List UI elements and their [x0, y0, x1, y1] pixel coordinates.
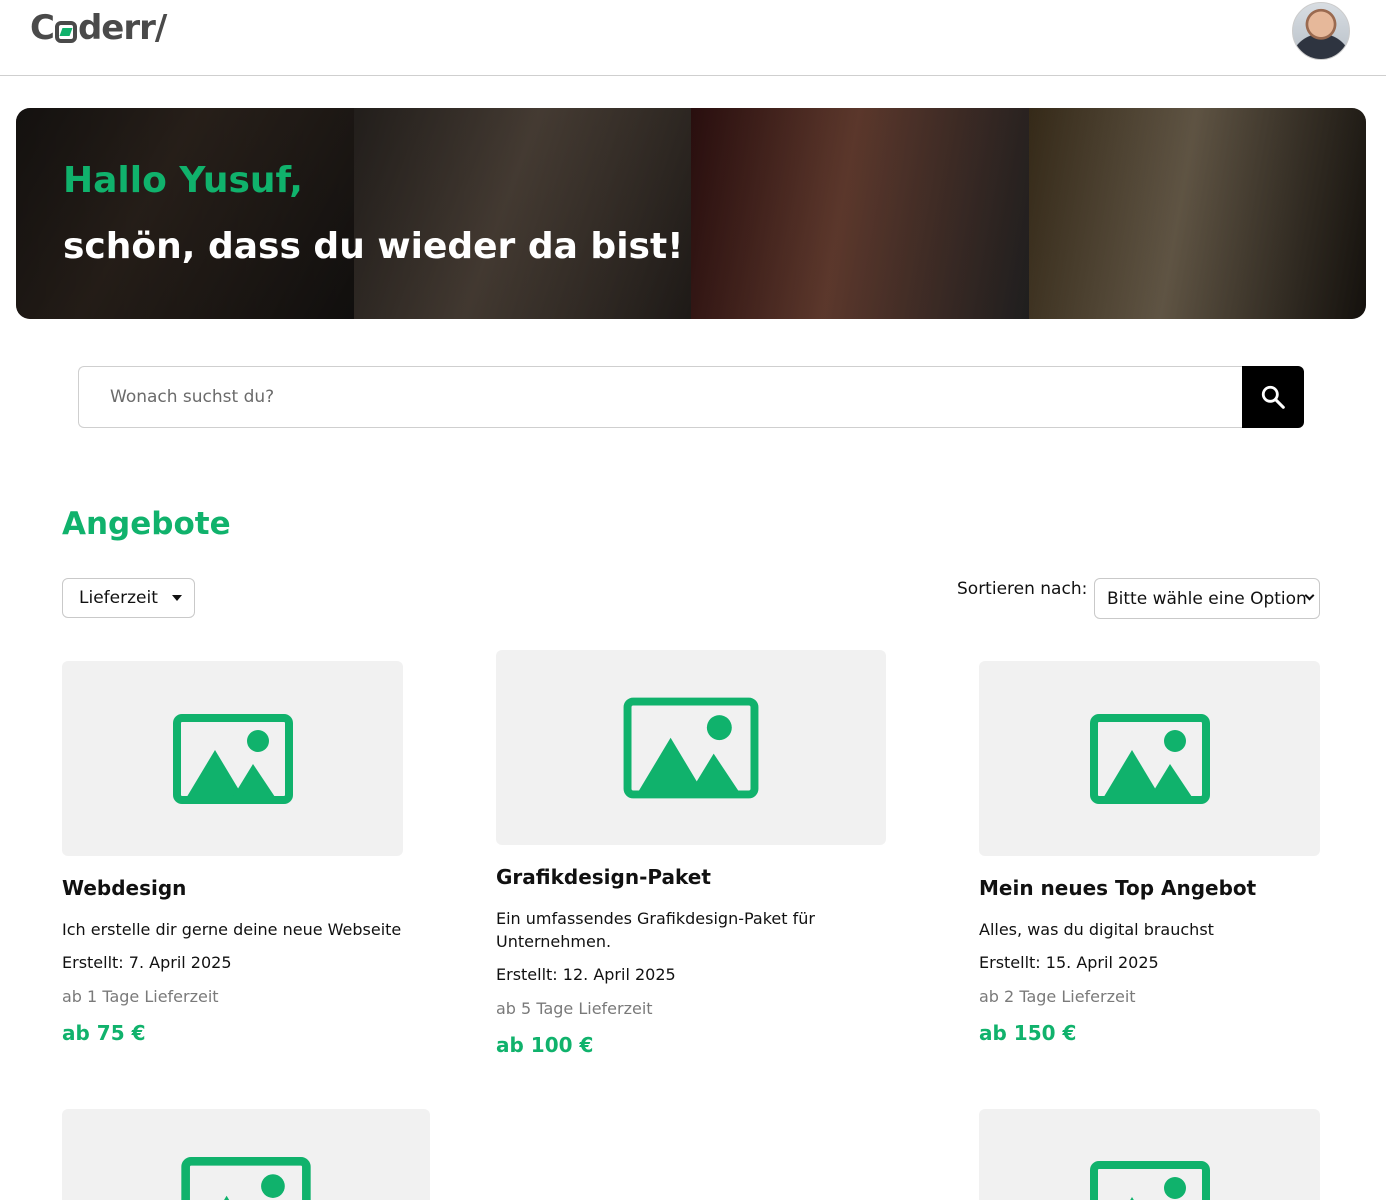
caret-down-icon — [171, 595, 182, 601]
offer-price: ab 75 € — [62, 1021, 146, 1045]
greeting-heading: Hallo Yusuf, — [63, 160, 303, 201]
offer-card[interactable] — [62, 1109, 430, 1200]
image-placeholder-icon — [1089, 713, 1210, 804]
offer-created-date: Erstellt: 15. April 2025 — [979, 953, 1159, 972]
offer-delivery-time: ab 1 Tage Lieferzeit — [62, 987, 219, 1006]
search-icon — [1261, 385, 1285, 409]
logo-mark-icon — [54, 21, 77, 43]
offer-image-placeholder — [979, 1109, 1320, 1200]
offer-delivery-time: ab 5 Tage Lieferzeit — [496, 999, 653, 1018]
offer-title: Grafikdesign-Paket — [496, 865, 711, 889]
offer-card[interactable]: Webdesign Ich erstelle dir gerne deine n… — [62, 661, 403, 1045]
coderr-logo[interactable]: C derr/ — [30, 8, 167, 48]
sort-selected-value: Bitte wähle eine Option — [1107, 588, 1307, 609]
offer-title: Webdesign — [62, 876, 187, 900]
banner-overlay — [16, 108, 1366, 319]
offer-description: Alles, was du digital brauchst — [979, 920, 1214, 939]
offer-image-placeholder — [496, 650, 886, 845]
welcome-heading: schön, dass du wieder da bist! — [63, 226, 684, 267]
image-placeholder-icon — [1089, 1161, 1210, 1200]
top-header: C derr/ — [0, 0, 1386, 76]
delivery-filter-dropdown[interactable]: Lieferzeit — [62, 578, 195, 618]
offer-title: Mein neues Top Angebot — [979, 876, 1257, 900]
image-placeholder-icon — [181, 1157, 311, 1200]
search-button[interactable] — [1242, 366, 1304, 428]
delivery-filter-label: Lieferzeit — [79, 588, 158, 608]
offer-card[interactable]: Grafikdesign-Paket Ein umfassendes Grafi… — [496, 650, 886, 1057]
logo-suffix: derr/ — [77, 8, 167, 48]
offer-created-date: Erstellt: 12. April 2025 — [496, 965, 676, 984]
sort-select[interactable]: Bitte wähle eine Option — [1094, 578, 1320, 619]
offer-price: ab 100 € — [496, 1033, 594, 1057]
offer-image-placeholder — [62, 661, 403, 856]
user-avatar[interactable] — [1292, 2, 1350, 60]
offer-image-placeholder — [62, 1109, 430, 1200]
search-input[interactable] — [78, 366, 1244, 428]
logo-prefix: C — [30, 8, 55, 48]
offer-image-placeholder — [979, 661, 1320, 856]
welcome-banner: Hallo Yusuf, schön, dass du wieder da bi… — [16, 108, 1366, 319]
offer-delivery-time: ab 2 Tage Lieferzeit — [979, 987, 1136, 1006]
offer-description: Ein umfassendes Grafikdesign-Paket für U… — [496, 909, 815, 951]
image-placeholder-icon — [172, 713, 293, 804]
sort-label: Sortieren nach: — [957, 579, 1088, 599]
offer-created-date: Erstellt: 7. April 2025 — [62, 953, 232, 972]
offer-card[interactable] — [979, 1109, 1320, 1200]
search-bar — [78, 366, 1304, 428]
offer-description: Ich erstelle dir gerne deine neue Websei… — [62, 920, 402, 939]
offers-heading: Angebote — [62, 506, 231, 542]
offer-price: ab 150 € — [979, 1021, 1077, 1045]
offer-card[interactable]: Mein neues Top Angebot Alles, was du dig… — [979, 661, 1320, 1045]
image-placeholder-icon — [623, 697, 759, 798]
